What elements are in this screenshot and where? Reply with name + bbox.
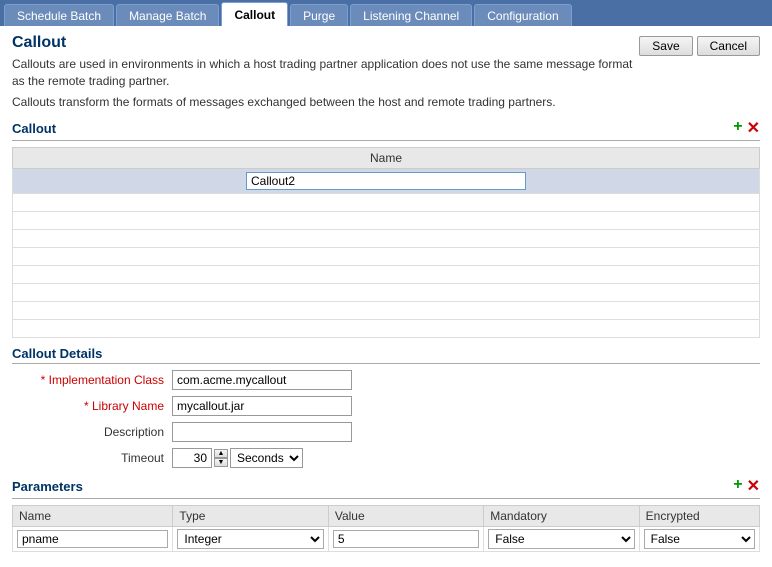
params-section-title: Parameters xyxy=(12,479,83,494)
params-col-mandatory: Mandatory xyxy=(484,506,639,527)
params-table: Name Type Value Mandatory Encrypted Inte… xyxy=(12,505,760,552)
param-mandatory-cell: False True xyxy=(484,527,639,552)
callout-empty-row-6 xyxy=(13,284,760,302)
callout-add-icon[interactable]: + xyxy=(733,118,742,138)
timeout-label: Timeout xyxy=(12,451,172,465)
param-type-cell: Integer String Boolean Long Double xyxy=(173,527,328,552)
description-input[interactable] xyxy=(172,422,352,442)
callout-section-header: Callout + ✕ xyxy=(12,118,760,141)
param-encrypted-cell: False True xyxy=(639,527,759,552)
timeout-row: Timeout ▲ ▼ Seconds Minutes Hours xyxy=(12,448,760,468)
callout-empty-row-4 xyxy=(13,248,760,266)
params-add-icon[interactable]: + xyxy=(733,476,742,496)
cancel-button[interactable]: Cancel xyxy=(697,36,760,56)
params-col-value: Value xyxy=(328,506,483,527)
save-button[interactable]: Save xyxy=(639,36,692,56)
description-row: Description xyxy=(12,422,760,442)
main-content: Callout Callouts are used in environment… xyxy=(0,26,772,567)
params-remove-icon[interactable]: ✕ xyxy=(747,476,760,496)
callout-section-actions: + ✕ xyxy=(733,118,760,138)
callout-remove-icon[interactable]: ✕ xyxy=(747,118,760,138)
tab-listening-channel[interactable]: Listening Channel xyxy=(350,4,472,26)
timeout-container: ▲ ▼ Seconds Minutes Hours xyxy=(172,448,303,468)
tab-manage-batch[interactable]: Manage Batch xyxy=(116,4,219,26)
callout-details-form: * Implementation Class * Library Name De… xyxy=(12,370,760,468)
params-section-header: Parameters + ✕ xyxy=(12,476,760,499)
page-description-1: Callouts are used in environments in whi… xyxy=(12,56,639,90)
param-row: Integer String Boolean Long Double False… xyxy=(13,527,760,552)
callout-empty-row-2 xyxy=(13,212,760,230)
tab-bar: Schedule Batch Manage Batch Callout Purg… xyxy=(0,0,772,26)
impl-class-input[interactable] xyxy=(172,370,352,390)
callout-empty-row-7 xyxy=(13,302,760,320)
param-name-cell xyxy=(13,527,173,552)
callout-empty-row-5 xyxy=(13,266,760,284)
description-label: Description xyxy=(12,425,172,439)
callout-name-input[interactable] xyxy=(246,172,526,190)
library-name-row: * Library Name xyxy=(12,396,760,416)
param-type-select[interactable]: Integer String Boolean Long Double xyxy=(177,529,323,549)
params-header-row: Name Type Value Mandatory Encrypted xyxy=(13,506,760,527)
callout-empty-row-3 xyxy=(13,230,760,248)
library-name-input[interactable] xyxy=(172,396,352,416)
param-value-input[interactable] xyxy=(333,530,479,548)
timeout-spinner: ▲ ▼ xyxy=(214,449,228,467)
callout-empty-row-8 xyxy=(13,320,760,338)
impl-class-label: * Implementation Class xyxy=(12,373,172,387)
tabs-container: Schedule Batch Manage Batch Callout Purg… xyxy=(0,0,772,26)
timeout-input[interactable] xyxy=(172,448,212,468)
param-encrypted-select[interactable]: False True xyxy=(644,529,755,549)
details-section-title: Callout Details xyxy=(12,346,102,361)
params-col-encrypted: Encrypted xyxy=(639,506,759,527)
param-name-input[interactable] xyxy=(17,530,168,548)
header-buttons: Save Cancel xyxy=(639,36,760,56)
callout-empty-row-1 xyxy=(13,194,760,212)
callout-col-name: Name xyxy=(13,148,760,169)
tab-purge[interactable]: Purge xyxy=(290,4,348,26)
tab-configuration[interactable]: Configuration xyxy=(474,4,571,26)
callout-section-title: Callout xyxy=(12,121,56,136)
tab-schedule-batch[interactable]: Schedule Batch xyxy=(4,4,114,26)
impl-class-row: * Implementation Class xyxy=(12,370,760,390)
page-header-left: Callout Callouts are used in environment… xyxy=(12,34,639,110)
callout-name-cell xyxy=(13,169,760,194)
params-col-type: Type xyxy=(173,506,328,527)
timeout-unit-select[interactable]: Seconds Minutes Hours xyxy=(230,448,303,468)
details-section-header: Callout Details xyxy=(12,346,760,364)
params-col-name: Name xyxy=(13,506,173,527)
param-mandatory-select[interactable]: False True xyxy=(488,529,634,549)
callout-row xyxy=(13,169,760,194)
tab-callout[interactable]: Callout xyxy=(221,2,288,26)
param-value-cell xyxy=(328,527,483,552)
params-section-actions: + ✕ xyxy=(733,476,760,496)
callout-table: Name xyxy=(12,147,760,338)
page-title: Callout xyxy=(12,34,639,52)
library-name-label: * Library Name xyxy=(12,399,172,413)
timeout-decrement[interactable]: ▼ xyxy=(214,458,228,467)
page-description-2: Callouts transform the formats of messag… xyxy=(12,94,639,111)
timeout-increment[interactable]: ▲ xyxy=(214,449,228,458)
page-header: Callout Callouts are used in environment… xyxy=(12,34,760,110)
